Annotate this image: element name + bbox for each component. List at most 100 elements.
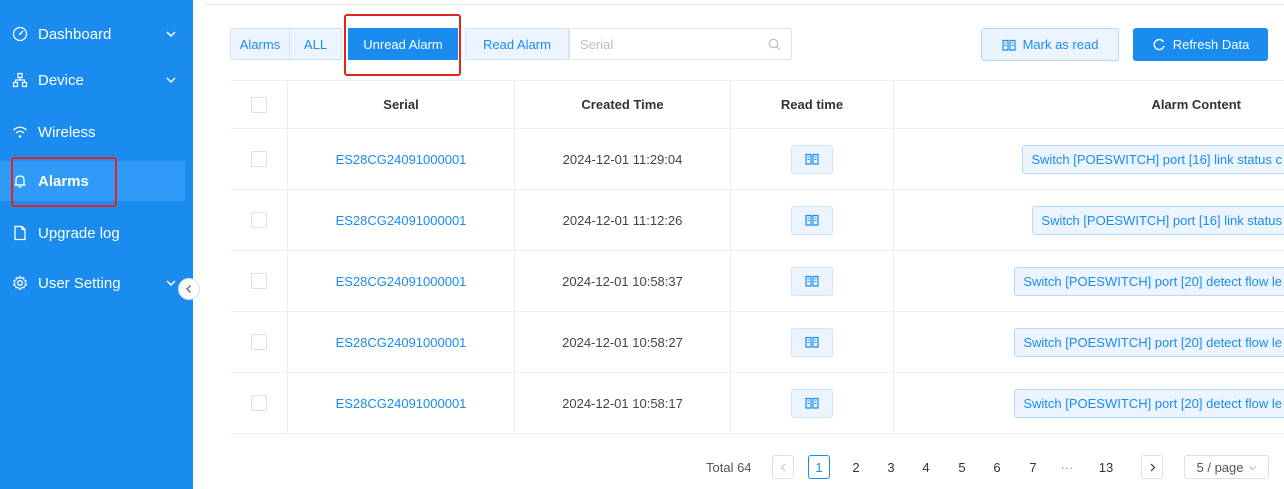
sidebar-item-label: Upgrade log	[38, 224, 120, 242]
created-time: 2024-12-01 10:58:17	[562, 395, 683, 411]
sidebar-item-user-setting[interactable]: User Setting	[0, 263, 185, 303]
more-pages-button[interactable]: ···	[1056, 455, 1078, 479]
column-header-created-time[interactable]: Created Time	[515, 81, 731, 128]
page-button[interactable]: 7	[1022, 455, 1044, 479]
row-select-cell	[231, 312, 288, 372]
read-time-cell	[731, 129, 894, 189]
alarm-content-tag[interactable]: Switch [POESWITCH] port [20] detect flow…	[1014, 266, 1284, 296]
column-header-alarm-content[interactable]: Alarm Content	[894, 81, 1284, 128]
serial-link[interactable]: ES28CG24091000001	[336, 152, 467, 167]
tab-read-alarm[interactable]: Read Alarm	[465, 28, 569, 60]
mark-as-read-button[interactable]: Mark as read	[981, 28, 1119, 61]
page-button[interactable]: 13	[1095, 455, 1117, 479]
tab-unread-alarm[interactable]: Unread Alarm	[348, 28, 458, 60]
row-checkbox[interactable]	[251, 273, 267, 289]
page-button[interactable]: 4	[915, 455, 937, 479]
row-select-cell	[231, 129, 288, 189]
table-row: ES28CG24091000001 2024-12-01 10:58:17 Swit…	[231, 373, 1284, 434]
prev-page-button[interactable]	[772, 455, 794, 479]
serial-link[interactable]: ES28CG24091000001	[336, 335, 467, 350]
alarm-content-tag[interactable]: Switch [POESWITCH] port [20] detect flow…	[1014, 388, 1284, 418]
sidebar-item-dashboard[interactable]: Dashboard	[0, 14, 185, 54]
chevron-left-icon	[186, 285, 191, 293]
created-time-cell: 2024-12-01 10:58:27	[515, 312, 731, 372]
refresh-icon	[1153, 38, 1165, 50]
tab-label: Alarms	[239, 36, 281, 52]
book-open-icon	[805, 214, 819, 226]
serial-cell: ES28CG24091000001	[288, 129, 515, 189]
alarm-content-tag[interactable]: Switch [POESWITCH] port [16] link status…	[1022, 144, 1284, 174]
search-box	[569, 28, 792, 60]
search-input[interactable]	[580, 36, 768, 52]
select-all-checkbox[interactable]	[251, 96, 267, 113]
created-time-cell: 2024-12-01 10:58:37	[515, 251, 731, 311]
collapse-sidebar-button[interactable]	[178, 278, 200, 300]
column-header-read-time[interactable]: Read time	[731, 81, 894, 128]
table-row: ES28CG24091000001 2024-12-01 10:58:27 Swit…	[231, 312, 1284, 373]
table-row: ES28CG24091000001 2024-12-01 11:29:04 Swit…	[231, 129, 1284, 190]
next-page-button[interactable]	[1141, 455, 1163, 479]
network-icon	[12, 72, 28, 88]
page-button[interactable]: 6	[986, 455, 1008, 479]
mark-as-read-label: Mark as read	[1022, 37, 1099, 52]
serial-link[interactable]: ES28CG24091000001	[336, 396, 467, 411]
serial-link[interactable]: ES28CG24091000001	[336, 213, 467, 228]
row-select-cell	[231, 251, 288, 311]
sidebar: Dashboard Device Wireless Alarms Upgrade…	[0, 0, 193, 489]
read-time-cell	[731, 190, 894, 250]
alarm-content-cell: Switch [POESWITCH] port [20] detect flow…	[894, 373, 1284, 433]
refresh-data-button[interactable]: Refresh Data	[1133, 28, 1268, 61]
book-open-icon	[1001, 39, 1016, 51]
row-checkbox[interactable]	[251, 334, 267, 350]
chevron-down-icon	[166, 77, 176, 83]
tab-alarms[interactable]: Alarms	[230, 28, 290, 60]
serial-cell: ES28CG24091000001	[288, 190, 515, 250]
search-icon[interactable]	[768, 38, 781, 51]
alarm-content-tag[interactable]: Switch [POESWITCH] port [16] link status	[1032, 205, 1284, 235]
table-row: ES28CG24091000001 2024-12-01 11:12:26 Swit…	[231, 190, 1284, 251]
sidebar-item-upgrade-log[interactable]: Upgrade log	[0, 213, 185, 253]
tab-label: Read Alarm	[483, 36, 551, 52]
tab-all[interactable]: ALL	[289, 28, 342, 60]
row-checkbox[interactable]	[251, 151, 267, 167]
book-open-icon	[805, 336, 819, 348]
page-size-select[interactable]: 5 / page	[1184, 455, 1269, 479]
alarm-content-tag[interactable]: Switch [POESWITCH] port [20] detect flow…	[1014, 327, 1284, 357]
chevron-down-icon	[1248, 465, 1256, 470]
serial-link[interactable]: ES28CG24091000001	[336, 274, 467, 289]
sidebar-item-wireless[interactable]: Wireless	[0, 112, 185, 152]
sidebar-item-label: Device	[38, 71, 84, 89]
mark-read-button[interactable]	[791, 266, 833, 296]
row-checkbox[interactable]	[251, 395, 267, 411]
serial-cell: ES28CG24091000001	[288, 312, 515, 372]
row-checkbox[interactable]	[251, 212, 267, 228]
sidebar-item-device[interactable]: Device	[0, 60, 185, 100]
header-select-cell	[231, 81, 288, 128]
chevron-right-icon	[1150, 463, 1155, 471]
column-header-serial[interactable]: Serial	[288, 81, 515, 128]
alarm-content-cell: Switch [POESWITCH] port [16] link status…	[894, 129, 1284, 189]
sidebar-item-label: Wireless	[38, 123, 96, 141]
sidebar-item-label: Dashboard	[38, 25, 112, 43]
page-button[interactable]: 3	[880, 455, 902, 479]
refresh-data-label: Refresh Data	[1172, 37, 1250, 52]
chevron-down-icon	[166, 31, 176, 37]
row-select-cell	[231, 373, 288, 433]
mark-read-button[interactable]	[791, 388, 833, 418]
chevron-left-icon	[780, 463, 785, 471]
page-size-label: 5 / page	[1196, 459, 1244, 475]
pagination-total: Total 64	[706, 459, 752, 475]
page-button[interactable]: 5	[951, 455, 973, 479]
highlight-box	[11, 157, 117, 207]
book-open-icon	[805, 153, 819, 165]
table-row: ES28CG24091000001 2024-12-01 10:58:37 Swit…	[231, 251, 1284, 312]
page-button[interactable]: 2	[845, 455, 867, 479]
tab-label: ALL	[303, 36, 328, 52]
page-button[interactable]: 1	[808, 455, 830, 479]
created-time: 2024-12-01 10:58:37	[562, 273, 683, 289]
tab-label: Unread Alarm	[363, 36, 443, 52]
mark-read-button[interactable]	[791, 144, 833, 174]
mark-read-button[interactable]	[791, 327, 833, 357]
mark-read-button[interactable]	[791, 205, 833, 235]
read-time-cell	[731, 251, 894, 311]
